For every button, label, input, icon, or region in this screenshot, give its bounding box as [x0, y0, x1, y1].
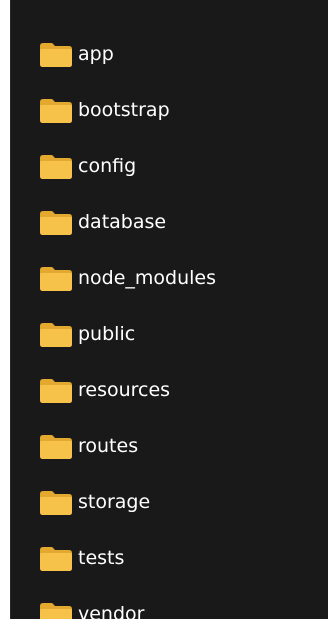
folder-label: bootstrap	[78, 98, 170, 121]
folder-icon	[38, 543, 74, 573]
folder-list-pane: app bootstrap config database node_modul…	[10, 0, 328, 619]
folder-item-config[interactable]: config	[11, 138, 328, 194]
folder-icon	[38, 599, 74, 619]
folder-label: database	[78, 210, 167, 233]
folder-item-tests[interactable]: tests	[11, 530, 328, 586]
folder-label: app	[78, 42, 114, 65]
folder-label: node_modules	[78, 266, 217, 289]
folder-label: config	[78, 154, 137, 177]
folder-label: routes	[78, 434, 139, 457]
folder-icon	[38, 487, 74, 517]
folder-label: resources	[78, 378, 171, 401]
folder-label: vendor	[78, 602, 145, 619]
folder-item-database[interactable]: database	[11, 194, 328, 250]
folder-icon	[38, 375, 74, 405]
folder-item-storage[interactable]: storage	[11, 474, 328, 530]
folder-icon	[38, 151, 74, 181]
folder-item-resources[interactable]: resources	[11, 362, 328, 418]
folder-item-node-modules[interactable]: node_modules	[11, 250, 328, 306]
folder-label: storage	[78, 490, 151, 513]
folder-item-vendor[interactable]: vendor	[11, 586, 328, 619]
folder-label: public	[78, 322, 136, 345]
folder-icon	[38, 95, 74, 125]
folder-item-public[interactable]: public	[11, 306, 328, 362]
folder-label: tests	[78, 546, 125, 569]
folder-icon	[38, 319, 74, 349]
folder-item-bootstrap[interactable]: bootstrap	[11, 82, 328, 138]
folder-icon	[38, 431, 74, 461]
folder-icon	[38, 207, 74, 237]
folder-icon	[38, 39, 74, 69]
folder-list: app bootstrap config database node_modul…	[11, 0, 328, 619]
folder-icon	[38, 263, 74, 293]
folder-item-routes[interactable]: routes	[11, 418, 328, 474]
folder-item-app[interactable]: app	[11, 26, 328, 82]
